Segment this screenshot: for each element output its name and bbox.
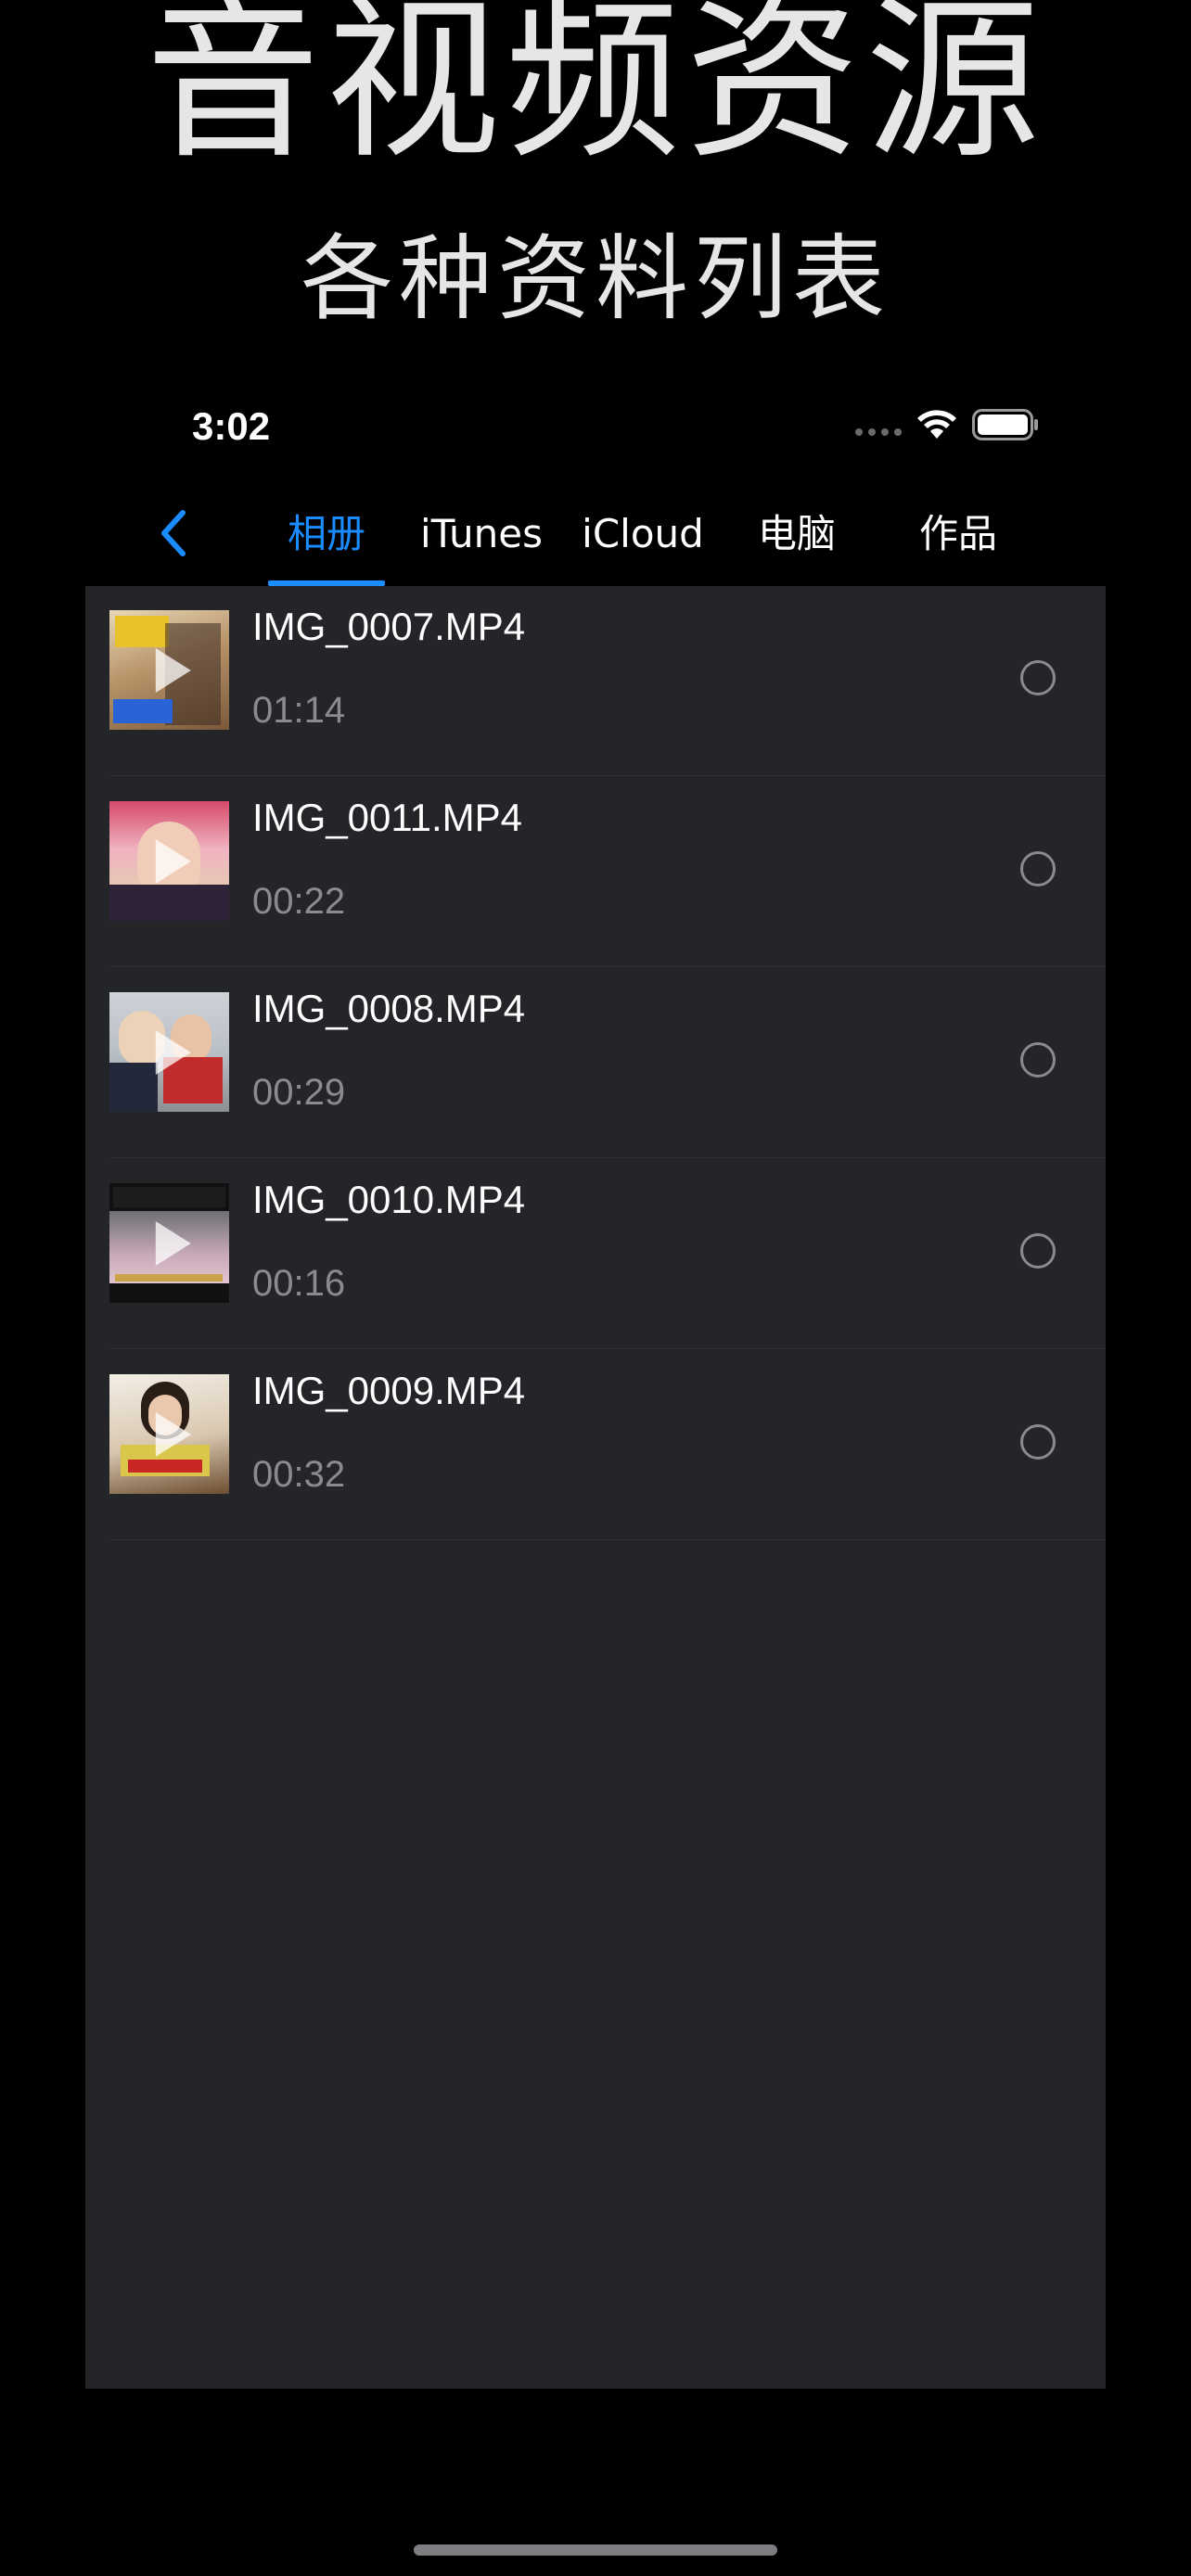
play-icon [155,838,191,884]
wifi-icon [916,409,957,444]
tab-itunes[interactable]: iTunes [412,497,551,571]
video-thumbnail [109,801,229,921]
video-thumbnail [109,992,229,1112]
play-icon [155,1411,191,1457]
select-radio[interactable] [1020,1042,1056,1078]
tab-icloud[interactable]: iCloud [575,497,711,571]
play-icon [155,647,191,693]
media-file-list: IMG_0007.MP4 01:14 IMG_0011.MP4 00:22 IM… [85,586,1106,2389]
list-item[interactable]: IMG_0008.MP4 00:29 [85,968,1106,1158]
row-divider [109,1539,1106,1540]
file-duration: 00:29 [252,1072,346,1113]
video-thumbnail [109,1183,229,1303]
home-indicator [414,2544,777,2556]
select-radio[interactable] [1020,1424,1056,1460]
tab-works[interactable]: 作品 [907,497,1009,571]
select-radio[interactable] [1020,660,1056,695]
cellular-signal-icon [855,428,902,436]
list-item[interactable]: IMG_0010.MP4 00:16 [85,1159,1106,1349]
video-thumbnail [109,610,229,730]
source-tab-bar: 相册 iTunes iCloud 电脑 作品 [85,464,1106,586]
row-divider [109,775,1106,776]
list-item[interactable]: IMG_0011.MP4 00:22 [85,777,1106,967]
promo-subtitle: 各种资料列表 [301,224,890,333]
promo-title: 音视频资源 [146,0,1045,183]
list-item[interactable]: IMG_0009.MP4 00:32 [85,1350,1106,1540]
tab-computer[interactable]: 电脑 [746,497,848,571]
file-duration: 00:16 [252,1263,346,1304]
tab-album[interactable]: 相册 [268,497,385,571]
file-duration: 01:14 [252,690,346,731]
file-duration: 00:22 [252,881,346,922]
row-divider [109,1348,1106,1349]
app-screen: 相册 iTunes iCloud 电脑 作品 IMG_0007.MP4 01:1… [85,464,1106,2389]
select-radio[interactable] [1020,1233,1056,1269]
list-item[interactable]: IMG_0007.MP4 01:14 [85,586,1106,776]
status-bar: 3:02 [85,389,1106,464]
file-name: IMG_0010.MP4 [252,1178,526,1221]
row-divider [109,1157,1106,1158]
back-button[interactable] [150,503,197,564]
file-name: IMG_0007.MP4 [252,605,526,648]
video-thumbnail [109,1374,229,1494]
file-name: IMG_0008.MP4 [252,987,526,1030]
file-duration: 00:32 [252,1454,346,1495]
play-icon [155,1220,191,1266]
battery-icon [972,409,1039,444]
file-name: IMG_0009.MP4 [252,1369,526,1412]
status-icons [855,389,1039,464]
chevron-left-icon [161,510,186,556]
file-name: IMG_0011.MP4 [252,796,523,839]
select-radio[interactable] [1020,851,1056,886]
row-divider [109,966,1106,967]
status-time: 3:02 [192,404,271,448]
play-icon [155,1029,191,1075]
